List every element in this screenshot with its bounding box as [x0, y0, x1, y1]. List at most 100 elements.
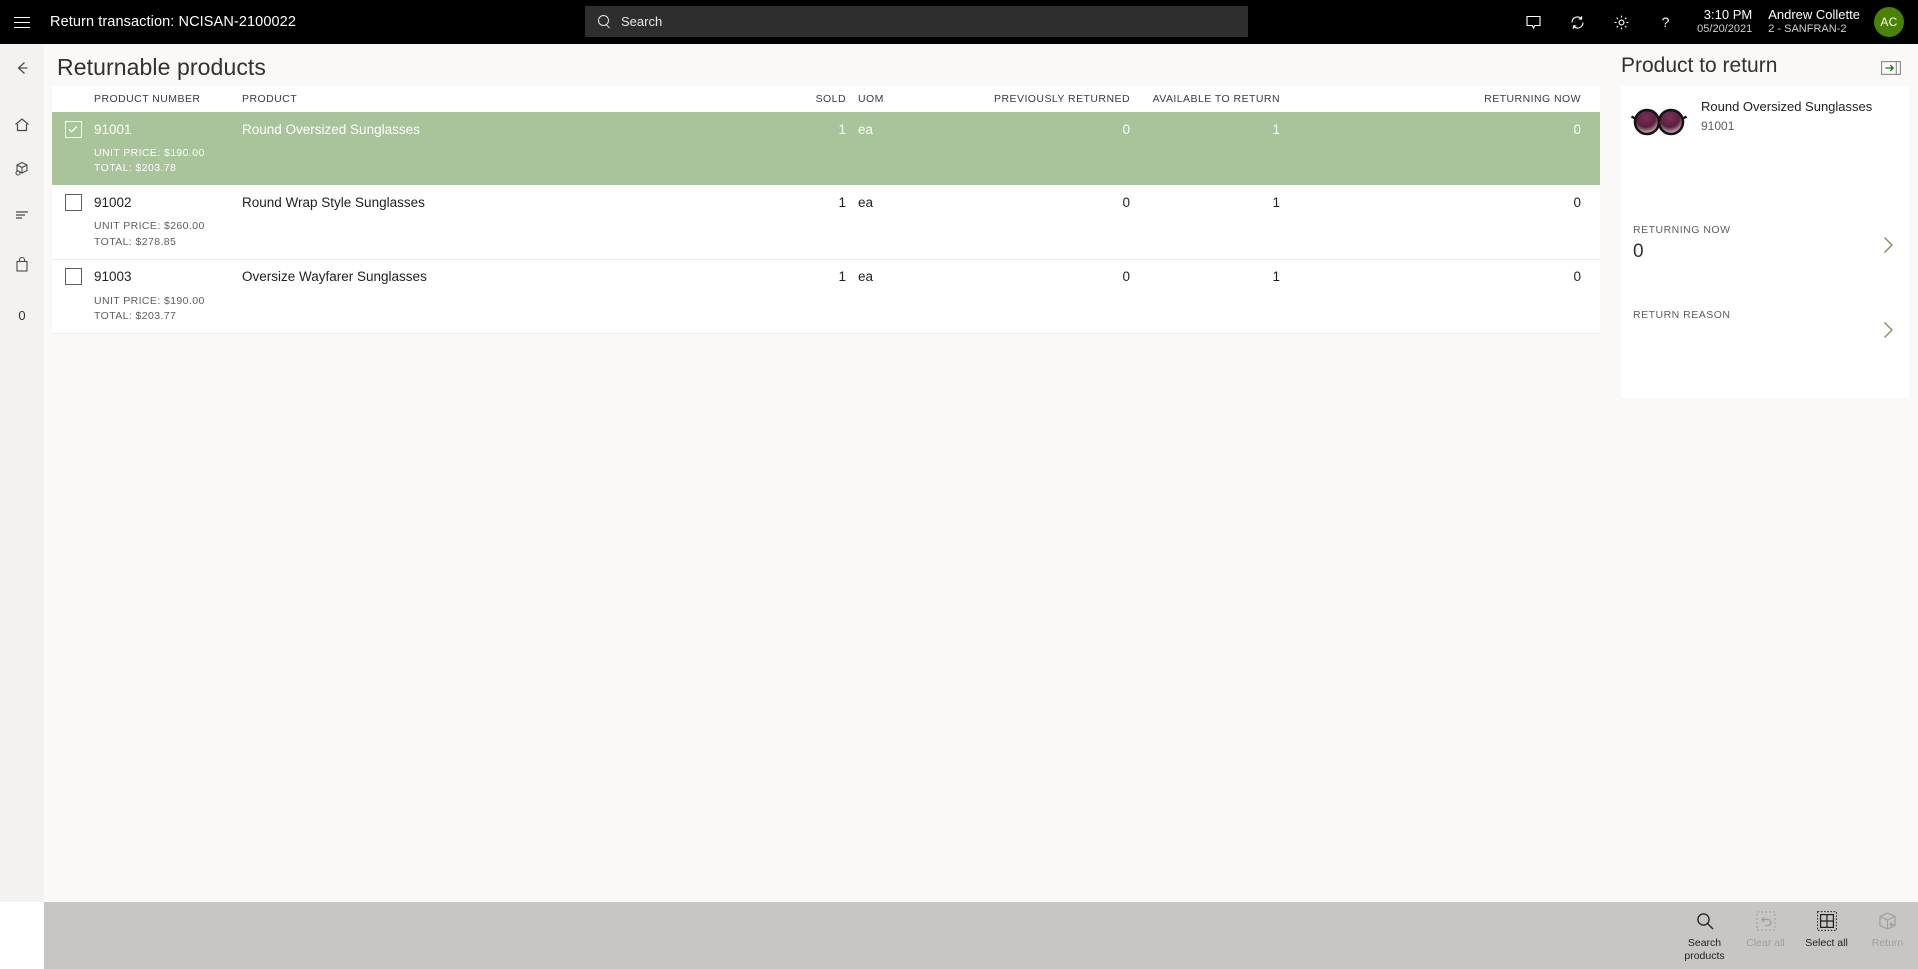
header-available-to-return: AVAILABLE TO RETURN — [1152, 93, 1280, 105]
cell-previously-returned: 0 — [1122, 194, 1130, 210]
cell-returning-now: 0 — [1573, 194, 1581, 210]
clear-undo-icon — [1756, 910, 1776, 932]
return-reason-value — [1633, 326, 1899, 350]
cell-uom: ea — [858, 194, 874, 210]
cell-product: Round Oversized Sunglasses — [242, 121, 420, 137]
cell-returning-now: 0 — [1573, 121, 1581, 137]
search-products-button[interactable]: Search products — [1674, 902, 1735, 969]
cell-uom: ea — [858, 269, 874, 285]
table-row[interactable]: 91002 Round Wrap Style Sunglasses 1 ea 0… — [52, 185, 1600, 260]
home-icon[interactable] — [0, 103, 44, 147]
list-lines-icon[interactable] — [0, 193, 44, 237]
header-returning-now: RETURNING NOW — [1484, 93, 1581, 105]
cell-sold: 1 — [838, 269, 846, 285]
returning-now-label: RETURNING NOW — [1633, 224, 1731, 236]
returning-now-value: 0 — [1633, 241, 1644, 262]
cell-returning-now: 0 — [1573, 269, 1581, 285]
avatar[interactable]: AC — [1874, 7, 1904, 37]
svg-text:?: ? — [1661, 14, 1669, 30]
sunglasses-thumbnail — [1630, 102, 1688, 142]
top-app-bar: Return transaction: NCISAN-2100022 Searc… — [0, 0, 1918, 44]
search-input[interactable]: Search — [585, 6, 1248, 37]
cell-unit-price: UNIT PRICE: $190.00 — [94, 147, 205, 159]
page-title: Returnable products — [57, 54, 267, 80]
return-reason-field[interactable]: RETURN REASON — [1633, 309, 1899, 350]
select-all-button[interactable]: Select all — [1796, 902, 1857, 969]
header-sold: SOLD — [815, 93, 846, 105]
cell-product-number: 91003 — [94, 269, 132, 285]
cell-total: TOTAL: $203.78 — [94, 162, 177, 175]
panel-product-name: Round Oversized Sunglasses — [1701, 99, 1873, 114]
product-to-return-panel: Product to return Round Oversized Sungla… — [1613, 44, 1918, 902]
return-label: Return — [1871, 937, 1904, 949]
cell-sold: 1 — [838, 194, 846, 210]
chevron-right-icon[interactable] — [1877, 319, 1899, 341]
user-info: Andrew Collette 2 - SANFRAN-2 — [1768, 7, 1860, 37]
left-navigation-rail: 0 — [0, 44, 44, 902]
cell-available-to-return: 1 — [1272, 194, 1280, 210]
header-product: PRODUCT — [242, 93, 298, 105]
cell-unit-price: UNIT PRICE: $260.00 — [94, 220, 205, 233]
select-all-grid-icon — [1816, 910, 1837, 932]
cell-sold: 1 — [838, 121, 846, 137]
cell-product: Oversize Wayfarer Sunglasses — [242, 269, 427, 285]
user-store: 2 - SANFRAN-2 — [1768, 23, 1847, 36]
feedback-icon[interactable] — [1511, 0, 1555, 44]
returning-now-field[interactable]: RETURNING NOW 0 — [1633, 224, 1899, 265]
cell-previously-returned: 0 — [1122, 121, 1130, 137]
settings-gear-icon[interactable] — [1599, 0, 1643, 44]
cell-product-number: 91001 — [94, 121, 132, 137]
search-placeholder: Search — [621, 14, 663, 29]
cell-unit-price: UNIT PRICE: $190.00 — [94, 294, 205, 307]
panel-product-number: 91001 — [1701, 118, 1735, 133]
return-button[interactable]: Return — [1857, 902, 1918, 969]
header-product-number: PRODUCT NUMBER — [94, 93, 201, 105]
back-arrow-icon[interactable] — [0, 46, 44, 90]
header-previously-returned: PREVIOUSLY RETURNED — [994, 93, 1130, 105]
clear-all-label: Clear all — [1746, 937, 1785, 949]
cell-product: Round Wrap Style Sunglasses — [242, 194, 425, 210]
user-name: Andrew Collette — [1768, 7, 1860, 22]
hamburger-icon[interactable] — [0, 0, 44, 44]
help-question-icon[interactable]: ? — [1643, 0, 1687, 44]
return-box-icon — [1877, 910, 1898, 932]
cell-available-to-return: 1 — [1272, 269, 1280, 285]
returnable-products-grid: PRODUCT NUMBER PRODUCT SOLD UOM PREVIOUS… — [52, 86, 1600, 335]
row-price-details: UNIT PRICE: $190.00 TOTAL: $203.77 — [52, 294, 1600, 333]
shopping-bag-icon[interactable] — [0, 243, 44, 287]
cell-total: TOTAL: $203.77 — [94, 310, 177, 323]
cart-count[interactable]: 0 — [0, 293, 44, 337]
chevron-right-icon[interactable] — [1877, 234, 1899, 256]
product-card: Round Oversized Sunglasses 91001 RETURNI… — [1621, 86, 1909, 398]
header-uom: UOM — [858, 93, 884, 105]
cell-uom: ea — [858, 121, 874, 137]
return-reason-label: RETURN REASON — [1633, 309, 1731, 321]
page-header-title: Return transaction: NCISAN-2100022 — [50, 14, 296, 30]
cell-product-number: 91002 — [94, 194, 132, 210]
row-price-details: UNIT PRICE: $260.00 TOTAL: $278.85 — [52, 219, 1600, 258]
search-icon — [597, 14, 612, 29]
sync-icon[interactable] — [1555, 0, 1599, 44]
search-products-label: Search products — [1684, 937, 1725, 963]
bottom-toolbar: Search products Clear all Select all Ret… — [44, 902, 1918, 969]
expand-panel-icon[interactable] — [1881, 61, 1901, 75]
row-checkbox[interactable] — [52, 120, 94, 138]
grid-header-row: PRODUCT NUMBER PRODUCT SOLD UOM PREVIOUS… — [52, 86, 1600, 112]
select-all-label: Select all — [1805, 937, 1848, 949]
products-cube-icon[interactable] — [0, 147, 44, 191]
current-date: 05/20/2021 — [1697, 23, 1753, 36]
cell-previously-returned: 0 — [1122, 269, 1130, 285]
top-bar-actions: ? 3:10 PM 05/20/2021 Andrew Collette 2 -… — [1511, 0, 1918, 44]
row-checkbox[interactable] — [52, 268, 94, 286]
table-row[interactable]: 91001 Round Oversized Sunglasses 1 ea 0 … — [52, 112, 1600, 186]
clock-display: 3:10 PM 05/20/2021 — [1697, 7, 1752, 37]
clear-all-button[interactable]: Clear all — [1735, 902, 1796, 969]
cell-total: TOTAL: $278.85 — [94, 235, 177, 248]
magnifier-icon — [1695, 910, 1715, 932]
row-checkbox[interactable] — [52, 193, 94, 211]
cell-available-to-return: 1 — [1272, 121, 1280, 137]
panel-title: Product to return — [1621, 54, 1778, 77]
table-row[interactable]: 91003 Oversize Wayfarer Sunglasses 1 ea … — [52, 259, 1600, 335]
row-price-details: UNIT PRICE: $190.00 TOTAL: $203.78 — [52, 146, 1600, 185]
current-time: 3:10 PM — [1703, 7, 1753, 22]
